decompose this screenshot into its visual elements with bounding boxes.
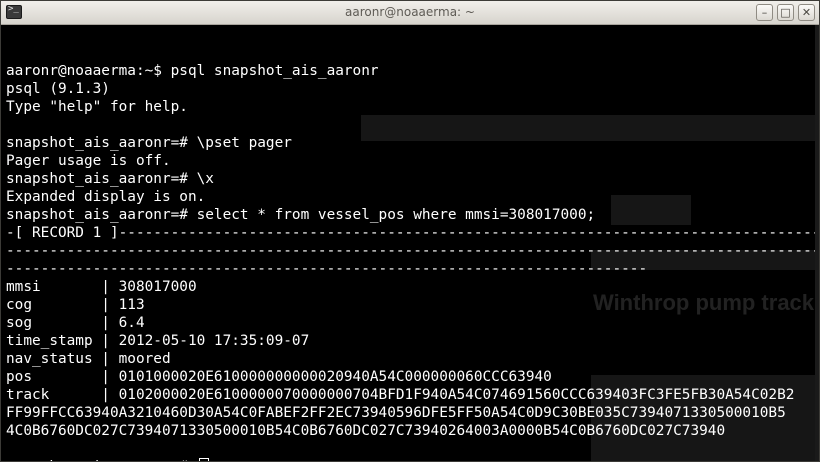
terminal-scrollbar[interactable]	[815, 25, 819, 461]
terminal-line: pos | 0101000020E610000000000020940A54C0…	[6, 369, 552, 385]
terminal-window: aaronr@noaaerma: ~ – □ ✕ Winthrop pump t…	[0, 0, 820, 462]
terminal-line: time_stamp | 2012-05-10 17:35:09-07	[6, 333, 310, 349]
close-button[interactable]: ✕	[798, 4, 815, 21]
terminal-line: Expanded display is on.	[6, 189, 206, 205]
terminal-line: sog | 6.4	[6, 315, 145, 331]
terminal-line: FF99FFCC63940A3210460D30A54C0FABEF2FF2EC…	[6, 405, 786, 421]
terminal-line: cog | 113	[6, 297, 145, 313]
terminal-line: mmsi | 308017000	[6, 279, 197, 295]
window-controls: – □ ✕	[756, 4, 815, 21]
terminal-line: nav_status | moored	[6, 351, 171, 367]
terminal-line: snapshot_ais_aaronr=# \x	[6, 171, 214, 187]
terminal-line: ----------------------------------------…	[6, 261, 648, 277]
terminal-line: track | 0102000020E6100000070000000704BF…	[6, 387, 795, 403]
terminal-line: 4C0B6760DC027C7394071330500010B54C0B6760…	[6, 423, 726, 439]
terminal-line: Pager usage is off.	[6, 153, 171, 169]
text-cursor	[198, 458, 209, 461]
terminal-line: -[ RECORD 1 ]---------------------------…	[6, 225, 817, 241]
terminal-prompt-line: snapshot_ais_aaronr=#	[6, 458, 817, 461]
terminal-line: Type "help" for help.	[6, 99, 188, 115]
terminal-line: snapshot_ais_aaronr=# \pset pager	[6, 135, 292, 151]
minimize-button[interactable]: –	[756, 4, 773, 21]
title-bar[interactable]: aaronr@noaaerma: ~ – □ ✕	[1, 1, 819, 25]
terminal-output: aaronr@noaaerma:~$ psql snapshot_ais_aar…	[6, 44, 817, 461]
terminal-line: aaronr@noaaerma:~$ psql snapshot_ais_aar…	[6, 63, 379, 79]
terminal-line: snapshot_ais_aaronr=# select * from vess…	[6, 207, 596, 223]
maximize-button[interactable]: □	[777, 4, 794, 21]
window-title: aaronr@noaaerma: ~	[345, 5, 475, 19]
terminal-area[interactable]: Winthrop pump track aaronr@noaaerma:~$ p…	[1, 25, 817, 461]
terminal-line: ----------------------------------------…	[6, 243, 817, 259]
terminal-line: psql (9.1.3)	[6, 81, 110, 97]
